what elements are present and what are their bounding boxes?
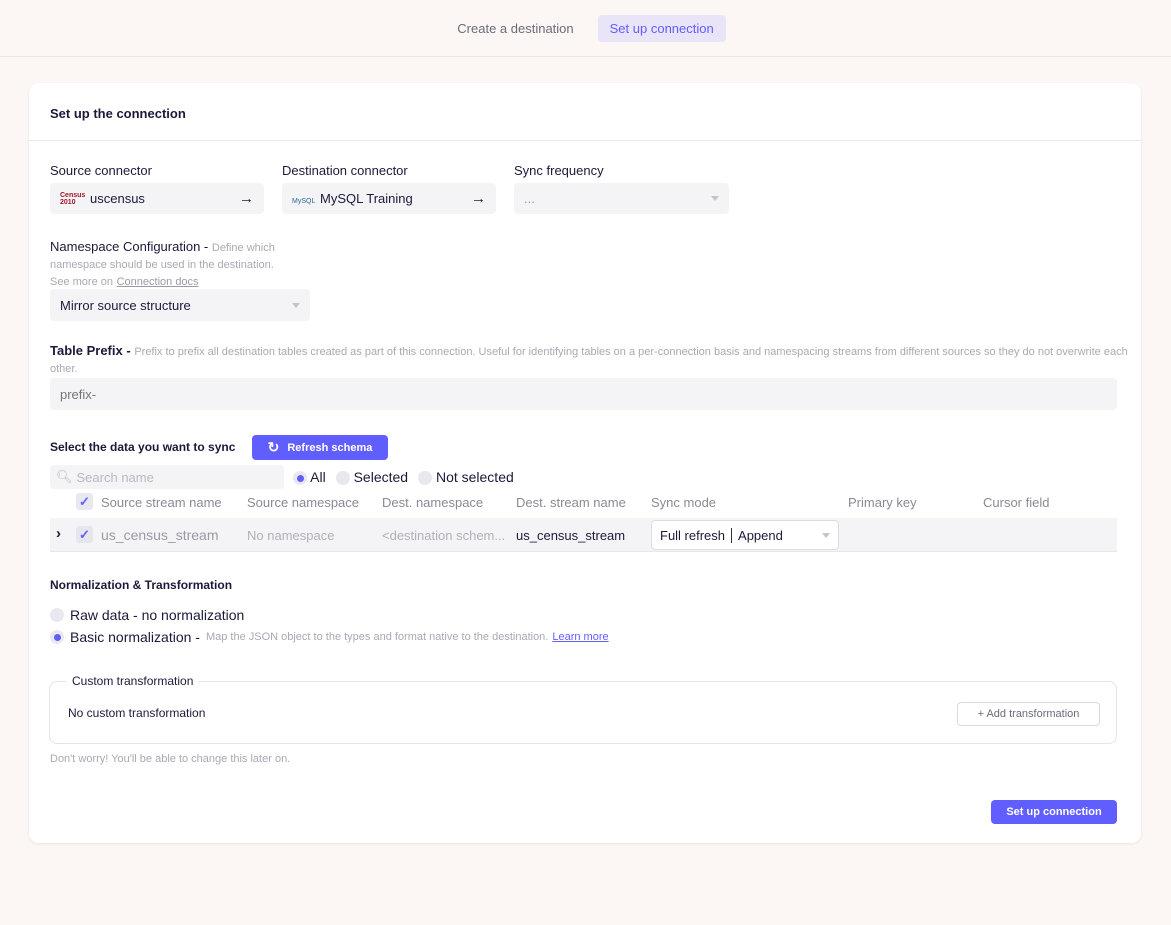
radio-icon bbox=[418, 471, 433, 486]
custom-transformation-panel: Custom transformation No custom transfor… bbox=[49, 674, 1117, 744]
raw-data-label: Raw data - no normalization bbox=[70, 607, 245, 623]
normalization-title: Normalization & Transformation bbox=[50, 578, 233, 592]
radio-icon bbox=[293, 471, 307, 486]
chevron-down-icon bbox=[711, 196, 719, 201]
table-prefix-input[interactable] bbox=[50, 378, 1117, 410]
custom-transformation-legend: Custom transformation bbox=[66, 674, 200, 688]
column-header: Primary key bbox=[848, 495, 917, 510]
basic-normalization-label: Basic normalization - bbox=[70, 629, 200, 645]
learn-more-link[interactable]: Learn more bbox=[552, 631, 608, 643]
filter-label: Selected bbox=[353, 469, 409, 485]
stream-filter: All Selected Not selected bbox=[293, 469, 514, 486]
check-icon: ✓ bbox=[76, 526, 93, 543]
destination-label: Destination connector bbox=[282, 163, 408, 178]
radio-icon bbox=[335, 471, 350, 486]
namespace-label: Namespace Configuration - Define which n… bbox=[50, 239, 310, 290]
divider bbox=[731, 527, 733, 543]
column-header: Dest. stream name bbox=[516, 495, 626, 510]
card-title: Set up the connection bbox=[29, 83, 1141, 141]
filter-not-selected[interactable]: Not selected bbox=[418, 469, 514, 486]
chevron-right-icon[interactable]: › bbox=[56, 525, 61, 542]
filter-selected[interactable]: Selected bbox=[335, 469, 409, 486]
step-create-destination[interactable]: Create a destination bbox=[445, 15, 585, 42]
dest-stream-name: us_census_stream bbox=[516, 528, 626, 543]
search-icon: 🔍︎ bbox=[56, 469, 73, 484]
source-name: uscensus bbox=[90, 191, 145, 206]
search-placeholder: Search name bbox=[76, 469, 154, 485]
dest-namespace: <destination schem... bbox=[382, 528, 506, 543]
destination-connector[interactable]: MySQL MySQL Training → bbox=[282, 183, 496, 214]
frequency-value: ... bbox=[524, 191, 535, 206]
connection-docs-link[interactable]: Connection docs bbox=[117, 276, 199, 288]
column-header: Cursor field bbox=[983, 495, 1050, 510]
namespace-title: Namespace Configuration - bbox=[50, 239, 209, 254]
column-header: Sync mode bbox=[651, 495, 717, 510]
select-all-checkbox[interactable]: ✓ bbox=[76, 493, 93, 510]
filter-all[interactable]: All bbox=[293, 469, 326, 486]
refresh-label: Refresh schema bbox=[287, 441, 373, 454]
namespace-value: Mirror source structure bbox=[60, 297, 191, 313]
chevron-down-icon bbox=[292, 302, 300, 308]
sync-mode-value: Full refresh bbox=[660, 527, 726, 543]
sync-mode-destination: Append bbox=[738, 527, 783, 543]
change-later-note: Don't worry! You'll be able to change th… bbox=[50, 753, 291, 765]
no-transformation-text: No custom transformation bbox=[68, 706, 206, 720]
see-more-text: See more on bbox=[50, 276, 113, 288]
mysql-logo-icon: MySQL bbox=[292, 198, 316, 205]
stepper: Create a destination Set up connection bbox=[0, 0, 1171, 57]
radio-icon bbox=[50, 608, 64, 622]
sync-frequency-select[interactable]: ... bbox=[514, 183, 729, 214]
prefix-label: Table Prefix - Prefix to prefix all dest… bbox=[50, 343, 1145, 377]
step-set-up-connection[interactable]: Set up connection bbox=[597, 14, 726, 42]
prefix-desc: Prefix to prefix all destination tables … bbox=[50, 346, 1128, 375]
filter-label: Not selected bbox=[435, 469, 514, 485]
search-input[interactable]: 🔍︎ Search name bbox=[50, 465, 284, 489]
source-namespace: No namespace bbox=[247, 528, 335, 543]
column-header: Source stream name bbox=[101, 495, 222, 510]
namespace-select[interactable]: Mirror source structure bbox=[50, 289, 310, 321]
connection-form-card: Set up the connection Source connector C… bbox=[29, 83, 1141, 843]
radio-icon bbox=[50, 630, 64, 644]
add-transformation-button[interactable]: + Add transformation bbox=[957, 702, 1100, 726]
sync-title: Select the data you want to sync bbox=[50, 440, 236, 454]
source-label: Source connector bbox=[50, 163, 152, 178]
source-stream-name: us_census_stream bbox=[101, 527, 219, 543]
row-checkbox[interactable]: ✓ bbox=[76, 526, 93, 543]
filter-label: All bbox=[310, 469, 326, 485]
destination-name: MySQL Training bbox=[320, 191, 413, 206]
check-icon: ✓ bbox=[76, 493, 93, 510]
refresh-schema-button[interactable]: ↻ Refresh schema bbox=[252, 435, 388, 460]
set-up-connection-button[interactable]: Set up connection bbox=[991, 800, 1117, 824]
frequency-label: Sync frequency bbox=[514, 163, 604, 178]
refresh-icon: ↻ bbox=[267, 439, 280, 455]
basic-normalization-option[interactable]: Basic normalization - Map the JSON objec… bbox=[50, 629, 609, 645]
source-connector[interactable]: Census 2010 uscensus → bbox=[50, 183, 264, 214]
column-header: Dest. namespace bbox=[382, 495, 484, 510]
table-row: › ✓ us_census_stream No namespace <desti… bbox=[50, 518, 1117, 552]
sync-mode-select[interactable]: Full refresh Append bbox=[651, 520, 839, 550]
arrow-right-icon[interactable]: → bbox=[471, 190, 486, 207]
column-header: Source namespace bbox=[247, 495, 360, 510]
raw-data-option[interactable]: Raw data - no normalization bbox=[50, 607, 244, 623]
chevron-down-icon bbox=[822, 532, 830, 538]
prefix-title: Table Prefix - bbox=[50, 343, 131, 358]
basic-normalization-desc: Map the JSON object to the types and for… bbox=[205, 631, 549, 643]
arrow-right-icon[interactable]: → bbox=[239, 190, 254, 207]
census-logo-icon: Census 2010 bbox=[60, 191, 86, 206]
